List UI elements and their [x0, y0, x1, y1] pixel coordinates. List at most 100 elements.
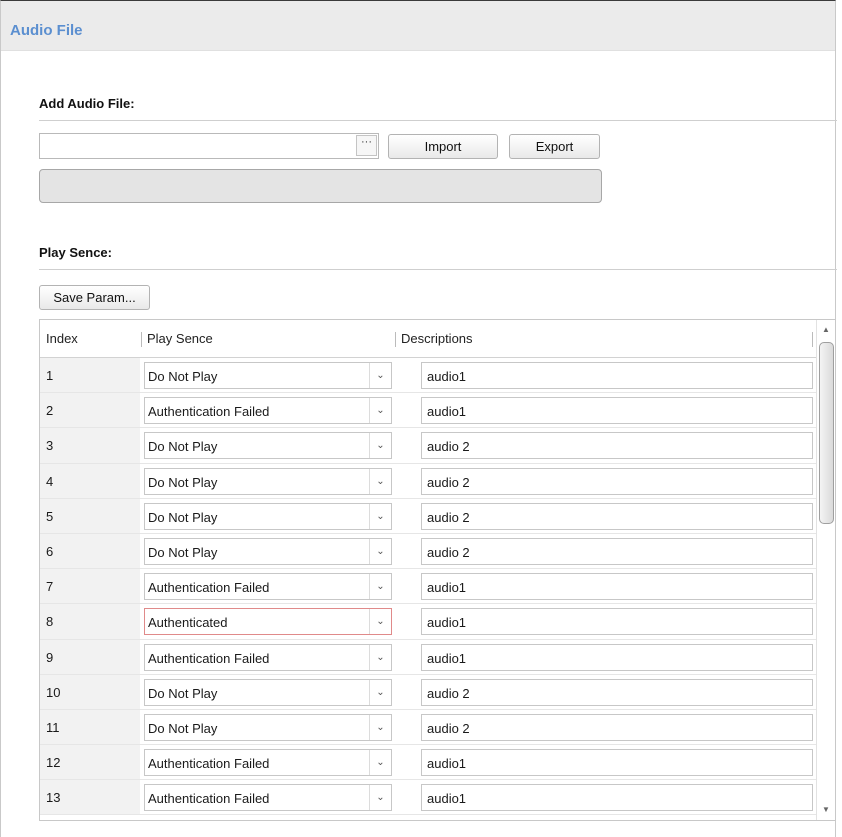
play-sence-select[interactable]: Authenticated ⌄	[144, 608, 392, 636]
table-header: Index Play Sence Descriptions	[40, 320, 816, 358]
row-index: 12	[46, 755, 61, 771]
description-value: audio1	[427, 580, 467, 596]
index-cell: 12	[40, 745, 140, 780]
description-value: audio1	[427, 404, 467, 420]
description-input[interactable]: audio1	[421, 749, 813, 777]
play-sence-select[interactable]: Do Not Play ⌄	[144, 537, 392, 565]
description-input[interactable]: audio 2	[421, 713, 813, 741]
chevron-down-icon[interactable]: ⌄	[369, 644, 391, 670]
import-button[interactable]: Import	[388, 134, 498, 159]
play-sence-value: Do Not Play	[148, 685, 218, 701]
row-index: 7	[46, 579, 54, 595]
chevron-down-icon[interactable]: ⌄	[369, 538, 391, 564]
description-input[interactable]: audio1	[421, 397, 813, 425]
chevron-down-icon[interactable]: ⌄	[369, 679, 391, 705]
scroll-up-arrow-icon[interactable]: ▲	[817, 322, 835, 338]
description-value: audio 2	[427, 544, 470, 560]
export-button[interactable]: Export	[509, 134, 600, 159]
chevron-down-icon[interactable]: ⌄	[369, 363, 391, 388]
description-input[interactable]: audio 2	[421, 502, 813, 530]
index-cell: 13	[40, 780, 140, 815]
row-index: 13	[46, 790, 61, 806]
row-index: 5	[46, 508, 54, 524]
chevron-down-icon[interactable]: ⌄	[369, 503, 391, 529]
column-separator	[812, 332, 813, 347]
table-row: 3 Do Not Play ⌄ audio 2	[40, 428, 816, 464]
description-input[interactable]: audio1	[421, 573, 813, 601]
description-input[interactable]: audio1	[421, 608, 813, 636]
scroll-down-arrow-icon[interactable]: ▼	[817, 802, 835, 818]
table-row: 8 Authenticated ⌄ audio1	[40, 604, 816, 640]
index-cell: 1	[40, 358, 140, 393]
description-value: audio1	[427, 791, 467, 807]
play-sence-select[interactable]: Authentication Failed ⌄	[144, 749, 392, 777]
play-sence-value: Do Not Play	[148, 439, 218, 455]
browse-button[interactable]: ···	[356, 135, 377, 156]
play-sence-select[interactable]: Do Not Play ⌄	[144, 502, 392, 530]
play-sence-value: Do Not Play	[148, 509, 218, 525]
play-sence-select[interactable]: Do Not Play ⌄	[144, 432, 392, 460]
chevron-down-icon[interactable]: ⌄	[369, 785, 391, 811]
description-input[interactable]: audio1	[421, 784, 813, 812]
play-sence-select[interactable]: Do Not Play ⌄	[144, 362, 392, 389]
play-sence-value: Do Not Play	[148, 474, 218, 490]
play-sence-select[interactable]: Authentication Failed ⌄	[144, 784, 392, 812]
play-sence-table: Index Play Sence Descriptions 1 Do Not Pl…	[39, 319, 836, 821]
vertical-scrollbar[interactable]: ▲ ▼	[816, 320, 835, 820]
table-row: 11 Do Not Play ⌄ audio 2	[40, 709, 816, 746]
index-cell: 6	[40, 533, 140, 569]
table-body: 1 Do Not Play ⌄ audio1 2 Authentication Faile…	[40, 358, 816, 816]
chevron-down-icon[interactable]: ⌄	[369, 574, 391, 600]
description-input[interactable]: audio 2	[421, 537, 813, 565]
description-input[interactable]: audio1	[421, 643, 813, 671]
table-row: 12 Authentication Failed ⌄ audio1	[40, 745, 816, 781]
column-header-descriptions: Descriptions	[401, 331, 473, 346]
table-row: 13 Authentication Failed ⌄ audio1	[40, 780, 816, 816]
chevron-down-icon[interactable]: ⌄	[369, 609, 391, 635]
chevron-down-icon[interactable]: ⌄	[369, 750, 391, 776]
row-index: 11	[46, 719, 60, 735]
description-value: audio 2	[427, 439, 470, 455]
index-cell: 4	[40, 463, 140, 498]
divider	[39, 269, 837, 270]
description-input[interactable]: audio1	[421, 362, 813, 389]
chevron-down-icon[interactable]: ⌄	[369, 468, 391, 494]
play-sence-select[interactable]: Do Not Play ⌄	[144, 713, 392, 741]
title-bar: Audio File	[1, 1, 835, 51]
page-title: Audio File	[10, 22, 83, 39]
index-cell: 8	[40, 604, 140, 639]
add-audio-file-label: Add Audio File:	[39, 96, 135, 111]
play-sence-select[interactable]: Authentication Failed ⌄	[144, 643, 392, 671]
index-cell: 9	[40, 639, 140, 674]
row-index: 2	[46, 403, 54, 419]
row-index: 6	[46, 543, 54, 559]
table-row: 9 Authentication Failed ⌄ audio1	[40, 639, 816, 675]
chevron-down-icon[interactable]: ⌄	[369, 714, 391, 740]
play-sence-value: Do Not Play	[148, 369, 218, 384]
table-row: 10 Do Not Play ⌄ audio 2	[40, 674, 816, 710]
play-sence-value: Do Not Play	[148, 544, 218, 560]
save-param-button[interactable]: Save Param...	[39, 285, 150, 310]
description-input[interactable]: audio 2	[421, 467, 813, 495]
table-row: 4 Do Not Play ⌄ audio 2	[40, 463, 816, 499]
scrollbar-thumb[interactable]	[819, 342, 834, 524]
index-cell: 7	[40, 569, 140, 604]
play-sence-select[interactable]: Do Not Play ⌄	[144, 678, 392, 706]
description-input[interactable]: audio 2	[421, 432, 813, 460]
chevron-down-icon[interactable]: ⌄	[369, 398, 391, 424]
play-sence-select[interactable]: Authentication Failed ⌄	[144, 397, 392, 425]
play-sence-select[interactable]: Authentication Failed ⌄	[144, 573, 392, 601]
chevron-down-icon[interactable]: ⌄	[369, 433, 391, 459]
audio-file-panel: Audio File Add Audio File: ··· Import Ex…	[0, 0, 837, 837]
column-header-index: Index	[46, 331, 78, 346]
description-value: audio1	[427, 369, 467, 384]
description-value: audio1	[427, 615, 467, 631]
row-index: 1	[46, 368, 54, 383]
description-input[interactable]: audio 2	[421, 678, 813, 706]
audio-file-path-input[interactable]	[39, 133, 379, 159]
table-row: 6 Do Not Play ⌄ audio 2	[40, 533, 816, 570]
description-value: audio1	[427, 756, 467, 772]
table-row: 7 Authentication Failed ⌄ audio1	[40, 569, 816, 605]
play-sence-select[interactable]: Do Not Play ⌄	[144, 467, 392, 495]
index-cell: 10	[40, 674, 140, 709]
